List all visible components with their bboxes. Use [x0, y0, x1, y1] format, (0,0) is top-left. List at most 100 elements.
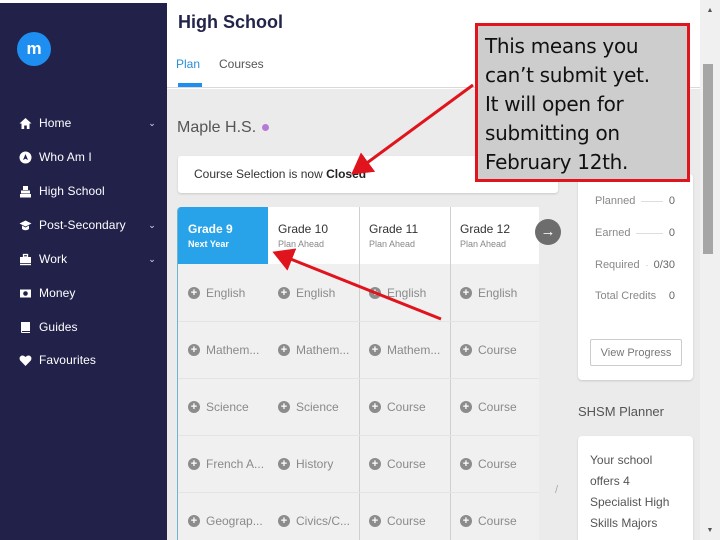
add-course-icon: +	[278, 287, 290, 299]
course-slot[interactable]: + English	[278, 283, 335, 303]
tab-plan[interactable]: Plan	[176, 57, 200, 71]
add-course-icon: +	[188, 287, 200, 299]
credit-row-total: Total Credits 0	[595, 290, 675, 302]
view-progress-button[interactable]: View Progress	[590, 339, 682, 366]
sidebar-item-label: Home	[39, 116, 72, 130]
course-slot[interactable]: + Course	[460, 454, 517, 474]
status-prefix: Course Selection is now	[194, 167, 327, 181]
annotation-line: submitting on	[485, 121, 620, 145]
stray-mark: /	[555, 484, 559, 496]
course-label: Geograp...	[206, 514, 263, 528]
add-course-icon: +	[278, 344, 290, 356]
annotation-line: This means you	[485, 34, 639, 58]
course-slot[interactable]: + Course	[460, 340, 517, 360]
tab-grade-9[interactable]: Grade 9 Next Year	[178, 207, 268, 264]
shsm-planner-card[interactable]: Your school offers 4 Specialist High Ski…	[578, 436, 693, 540]
scroll-up-arrow-icon[interactable]: ▲	[704, 5, 716, 17]
chevron-down-icon[interactable]: ⌄	[146, 118, 158, 129]
row-divider	[178, 435, 539, 436]
credit-label: Total Credits	[595, 290, 657, 302]
course-slot[interactable]: + Mathem...	[369, 340, 440, 360]
compass-icon	[18, 150, 32, 164]
course-slot[interactable]: + Course	[369, 397, 426, 417]
course-label: English	[387, 286, 427, 300]
course-slot[interactable]: + Mathem...	[278, 340, 349, 360]
course-slot[interactable]: + English	[188, 283, 245, 303]
course-slot[interactable]: + Geograp...	[188, 511, 263, 531]
row-divider	[178, 321, 539, 322]
sidebar-item-money[interactable]: Money	[18, 282, 158, 304]
sidebar-item-work[interactable]: Work ⌄	[18, 248, 158, 270]
sidebar-item-guides[interactable]: Guides	[18, 316, 158, 338]
course-slot[interactable]: + Mathem...	[188, 340, 259, 360]
course-label: Science	[206, 400, 249, 414]
course-label: Civics/C...	[296, 514, 350, 528]
course-label: Mathem...	[206, 343, 260, 357]
sidebar-item-home[interactable]: Home ⌄	[18, 112, 158, 134]
annotation-callout: This means you can’t submit yet. It will…	[475, 23, 690, 182]
grade-subtitle: Plan Ahead	[369, 239, 416, 249]
sidebar-item-high-school[interactable]: High School	[18, 180, 158, 202]
school-name: Maple H.S.	[177, 119, 270, 137]
screen: m Home ⌄ Who Am I High School Post-Secon…	[0, 0, 720, 540]
course-slot[interactable]: + Course	[369, 454, 426, 474]
active-tab-indicator	[178, 83, 202, 87]
school-icon	[18, 184, 32, 198]
chevron-down-icon[interactable]: ⌄	[146, 254, 158, 265]
add-course-icon: +	[188, 515, 200, 527]
sidebar-item-post-secondary[interactable]: Post-Secondary ⌄	[18, 214, 158, 236]
sidebar-item-label: Guides	[39, 320, 78, 334]
grade-name: Grade 11	[369, 222, 419, 236]
course-slot[interactable]: + History	[278, 454, 333, 474]
course-slot[interactable]: + Course	[460, 397, 517, 417]
course-slot[interactable]: + Science	[278, 397, 339, 417]
next-grades-button[interactable]: →	[535, 219, 561, 245]
scroll-down-arrow-icon[interactable]: ▼	[704, 525, 716, 537]
sidebar-item-label: Money	[39, 286, 76, 300]
add-course-icon: +	[369, 401, 381, 413]
credit-value: 0	[668, 195, 675, 207]
row-divider	[178, 492, 539, 493]
course-label: English	[206, 286, 246, 300]
course-slot[interactable]: + Science	[188, 397, 249, 417]
sidebar-item-favourites[interactable]: Favourites	[18, 349, 158, 371]
sidebar-item-who-am-i[interactable]: Who Am I	[18, 146, 158, 168]
row-divider	[178, 378, 539, 379]
course-slot[interactable]: + English	[369, 283, 426, 303]
course-slot[interactable]: + French A...	[188, 454, 264, 474]
credit-row-planned: Planned 0	[595, 195, 675, 207]
status-value: Closed	[326, 167, 367, 181]
shsm-description: Your school offers 4 Specialist High Ski…	[590, 453, 670, 530]
grade-name: Grade 12	[460, 222, 511, 236]
shsm-planner-title: SHSM Planner	[578, 404, 664, 419]
course-label: Course	[478, 400, 517, 414]
add-course-icon: +	[369, 344, 381, 356]
credit-value: 0/30	[653, 259, 675, 271]
course-label: Course	[478, 514, 517, 528]
grade-subtitle: Plan Ahead	[278, 239, 325, 249]
vertical-scrollbar[interactable]: ▲ ▼	[700, 0, 720, 540]
add-course-icon: +	[278, 515, 290, 527]
scrollbar-thumb[interactable]	[703, 64, 713, 254]
course-slot[interactable]: + Course	[460, 511, 517, 531]
add-course-icon: +	[369, 458, 381, 470]
course-label: Course	[387, 400, 426, 414]
course-slot[interactable]: + Civics/C...	[278, 511, 350, 531]
school-status-dot	[262, 124, 270, 132]
credit-label: Earned	[595, 227, 631, 239]
course-label: Mathem...	[387, 343, 441, 357]
app-logo[interactable]: m	[17, 32, 51, 66]
course-slot[interactable]: + Course	[369, 511, 426, 531]
annotation-line: February 12th.	[485, 150, 629, 174]
course-slot[interactable]: + English	[460, 283, 517, 303]
tab-grade-10[interactable]: Grade 10 Plan Ahead	[268, 207, 359, 264]
course-label: Course	[478, 343, 517, 357]
tab-courses[interactable]: Courses	[219, 57, 264, 71]
course-label: Course	[387, 514, 426, 528]
tab-grade-12[interactable]: Grade 12 Plan Ahead	[450, 207, 539, 264]
graduation-cap-icon	[18, 218, 32, 232]
tab-grade-11[interactable]: Grade 11 Plan Ahead	[359, 207, 450, 264]
course-label: English	[296, 286, 336, 300]
course-label: Mathem...	[296, 343, 350, 357]
chevron-down-icon[interactable]: ⌄	[146, 220, 158, 231]
